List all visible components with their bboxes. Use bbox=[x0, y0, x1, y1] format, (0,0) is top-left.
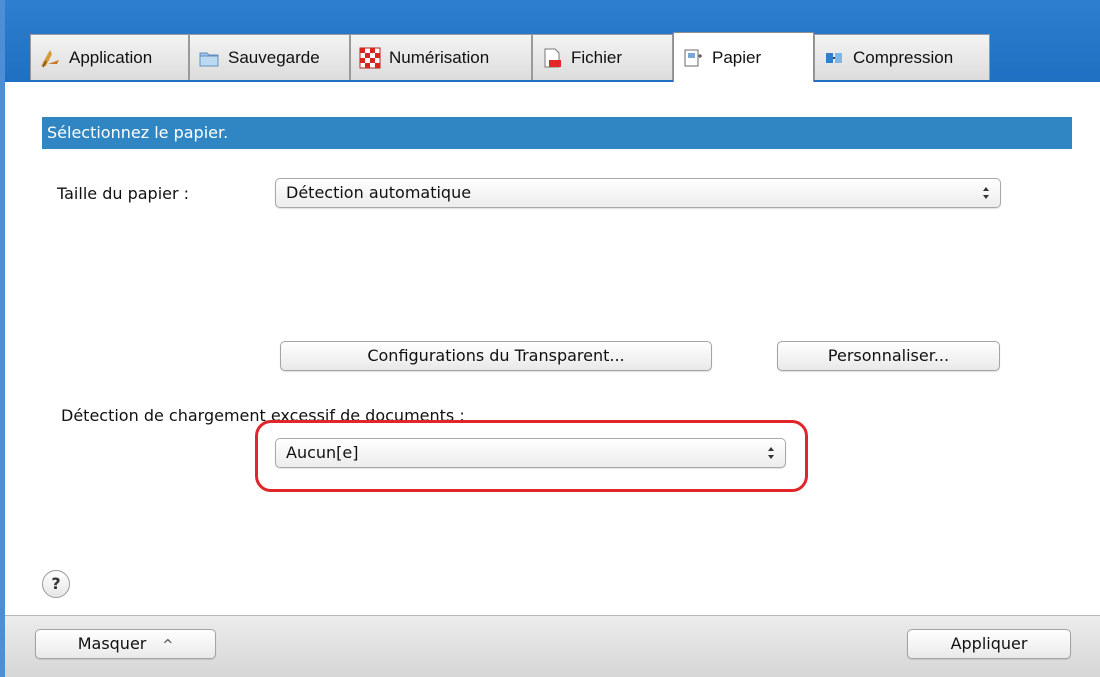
compression-icon bbox=[823, 47, 845, 69]
tab-label: Compression bbox=[853, 47, 954, 67]
apply-button[interactable]: Appliquer bbox=[907, 629, 1071, 659]
tab-compression[interactable]: Compression bbox=[814, 34, 990, 80]
paper-size-value: Détection automatique bbox=[286, 183, 472, 202]
hide-button-label: Masquer bbox=[77, 634, 147, 653]
stepper-arrows-icon bbox=[768, 447, 774, 459]
tab-label: Papier bbox=[712, 47, 762, 67]
tab-sauvegarde[interactable]: Sauvegarde bbox=[189, 34, 350, 80]
application-icon bbox=[39, 47, 61, 69]
bottom-bar: Masquer ^ Appliquer bbox=[5, 615, 1100, 677]
tab-numerisation[interactable]: Numérisation bbox=[350, 34, 532, 80]
overload-detection-label: Détection de chargement excessif de docu… bbox=[61, 406, 465, 425]
section-header: Sélectionnez le papier. bbox=[42, 117, 1072, 149]
folder-icon bbox=[198, 47, 220, 69]
overload-detection-value: Aucun[e] bbox=[286, 443, 359, 462]
tab-label: Numérisation bbox=[389, 47, 490, 67]
stepper-arrows-icon bbox=[983, 187, 989, 199]
chevron-up-icon: ^ bbox=[162, 638, 174, 653]
help-button[interactable]: ? bbox=[42, 570, 70, 598]
tab-bar: Application Sauvegarde Numérisation Fich… bbox=[5, 0, 1100, 82]
tab-label: Fichier bbox=[571, 47, 623, 67]
overload-detection-select[interactable]: Aucun[e] bbox=[275, 438, 786, 468]
scan-checker-icon bbox=[359, 47, 381, 69]
tab-label: Application bbox=[69, 47, 153, 67]
customize-button[interactable]: Personnaliser... bbox=[777, 341, 1000, 371]
tab-papier[interactable]: Papier bbox=[673, 32, 814, 82]
file-icon bbox=[541, 47, 563, 69]
tab-fichier[interactable]: Fichier bbox=[532, 34, 673, 80]
hide-button[interactable]: Masquer ^ bbox=[35, 629, 216, 659]
paper-size-label: Taille du papier : bbox=[57, 184, 190, 203]
tab-application[interactable]: Application bbox=[30, 34, 189, 80]
paper-icon bbox=[682, 47, 704, 69]
tab-label: Sauvegarde bbox=[228, 47, 320, 67]
paper-size-select[interactable]: Détection automatique bbox=[275, 178, 1001, 208]
paper-settings-panel: Sélectionnez le papier. Taille du papier… bbox=[5, 82, 1100, 622]
transparent-config-button[interactable]: Configurations du Transparent... bbox=[280, 341, 712, 371]
